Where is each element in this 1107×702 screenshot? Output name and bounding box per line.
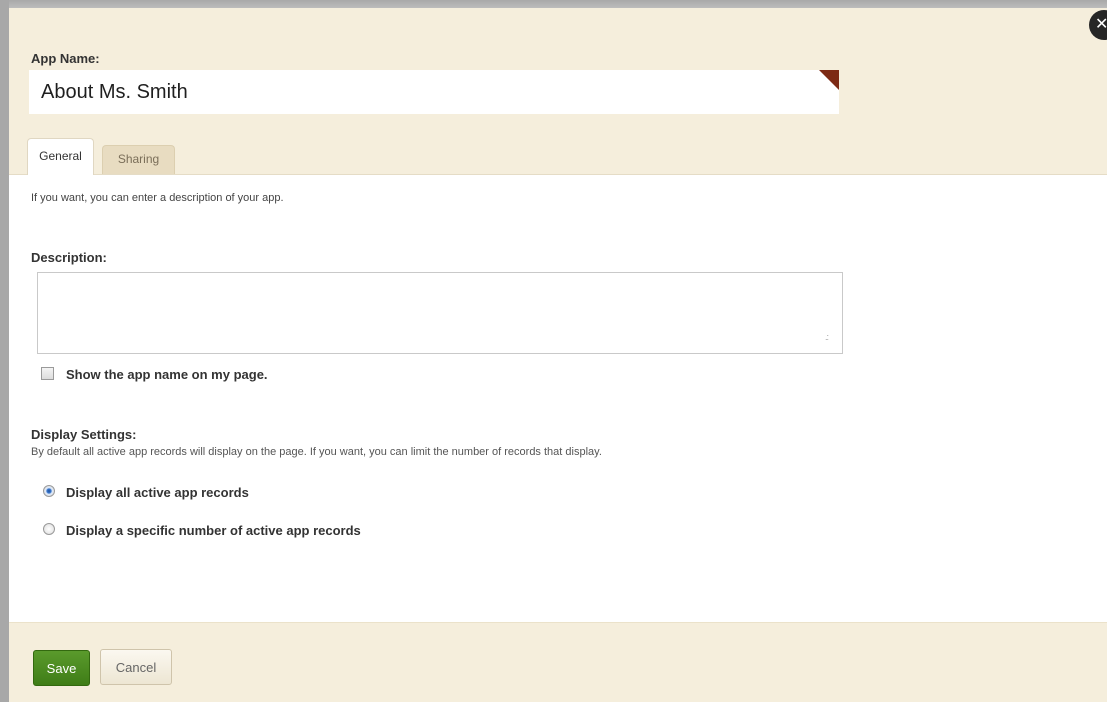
- dialog-header: ✕ App Name: General Sharing: [9, 8, 1107, 175]
- close-icon[interactable]: ✕: [1089, 10, 1107, 40]
- description-label: Description:: [31, 250, 107, 265]
- app-name-label: App Name:: [31, 51, 100, 66]
- app-name-input[interactable]: [29, 70, 839, 114]
- tab-general[interactable]: General: [27, 138, 94, 175]
- description-textarea[interactable]: [37, 272, 843, 354]
- save-button[interactable]: Save: [33, 650, 90, 686]
- show-app-name-label[interactable]: Show the app name on my page.: [66, 367, 268, 382]
- tab-sharing[interactable]: Sharing: [102, 145, 175, 174]
- edit-app-dialog: ✕ App Name: General Sharing If you want,…: [9, 8, 1107, 702]
- general-intro-text: If you want, you can enter a description…: [31, 192, 284, 204]
- window-left-border: [0, 0, 9, 702]
- resize-grip-icon[interactable]: .:: [825, 332, 829, 342]
- app-frame: ✕ App Name: General Sharing If you want,…: [0, 0, 1107, 702]
- display-settings-label: Display Settings:: [31, 427, 137, 442]
- show-app-name-checkbox[interactable]: [41, 367, 54, 380]
- window-top-border: [0, 0, 1107, 8]
- radio-display-all-label[interactable]: Display all active app records: [66, 485, 249, 500]
- cancel-button[interactable]: Cancel: [100, 649, 172, 685]
- radio-display-all[interactable]: [43, 485, 55, 497]
- radio-display-specific[interactable]: [43, 523, 55, 535]
- required-flag-icon: [819, 70, 839, 90]
- display-settings-description: By default all active app records will d…: [31, 446, 602, 458]
- radio-display-specific-label[interactable]: Display a specific number of active app …: [66, 523, 361, 538]
- dialog-footer: Save Cancel: [9, 622, 1107, 702]
